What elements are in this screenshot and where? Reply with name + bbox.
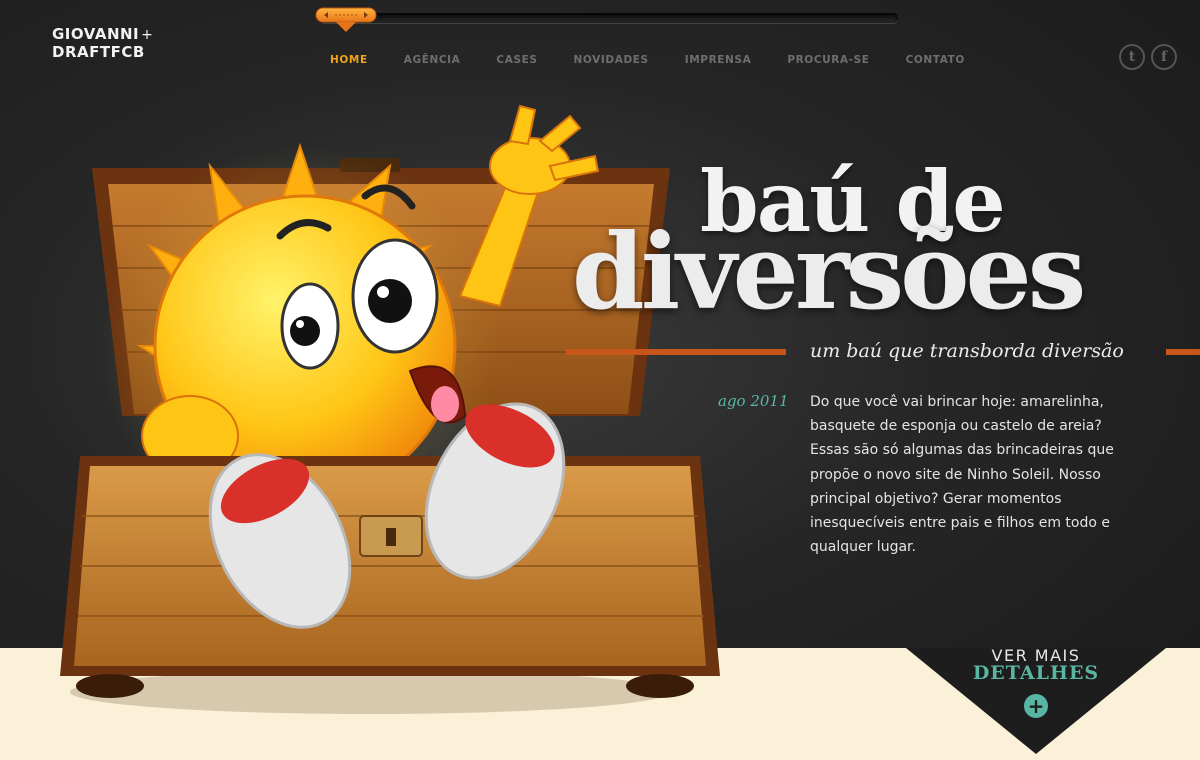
hero-description: Do que você vai brincar hoje: amarelinha… xyxy=(810,394,1114,556)
hero-tagline: um baú que transborda diversão xyxy=(810,340,1124,362)
chest-body xyxy=(60,456,720,698)
nav-contato[interactable]: CONTATO xyxy=(906,54,965,66)
slider-track[interactable] xyxy=(320,13,898,23)
nav-procura-se[interactable]: PROCURA-SE xyxy=(787,54,869,66)
nav-cases[interactable]: CASES xyxy=(496,54,537,66)
post-date: ago 2011 xyxy=(718,392,789,410)
nav-imprensa[interactable]: IMPRENSA xyxy=(685,54,752,66)
main-nav: HOME AGÊNCIA CASES NOVIDADES IMPRENSA PR… xyxy=(330,54,1001,66)
social-links: t f xyxy=(1119,44,1177,70)
hero-title-line2: diversões xyxy=(572,210,1086,333)
tagline-rule-left xyxy=(566,349,786,355)
logo-line1: GIOVANNI xyxy=(52,25,140,43)
nav-novidades[interactable]: NOVIDADES xyxy=(574,54,649,66)
facebook-icon[interactable]: f xyxy=(1151,44,1177,70)
nav-home[interactable]: HOME xyxy=(330,54,368,66)
cta-line2[interactable]: DETALHES xyxy=(906,662,1166,684)
twitter-icon[interactable]: t xyxy=(1119,44,1145,70)
slider-handle[interactable] xyxy=(314,7,378,33)
logo-line2: DRAFTFCB xyxy=(52,43,145,61)
plus-icon[interactable]: + xyxy=(1024,694,1048,718)
tagline-rule-right xyxy=(1166,349,1200,355)
brand-logo[interactable]: GIOVANNI + DRAFTFCB xyxy=(52,26,153,61)
chest-sun-illustration xyxy=(60,104,720,714)
logo-plus: + xyxy=(141,27,154,43)
nav-agencia[interactable]: AGÊNCIA xyxy=(404,54,461,66)
